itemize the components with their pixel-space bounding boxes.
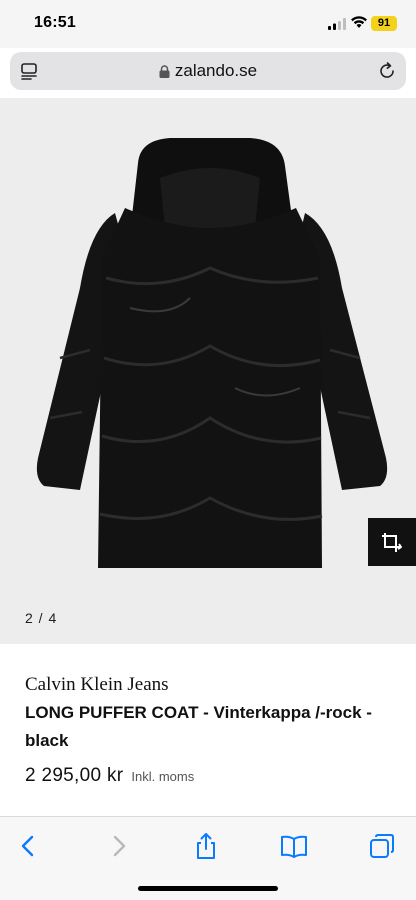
- image-pager: 2 / 4: [25, 610, 58, 626]
- home-indicator[interactable]: [138, 886, 278, 891]
- signal-icon: [328, 18, 346, 30]
- vat-note: Inkl. moms: [131, 769, 195, 784]
- url-text: zalando.se: [174, 61, 258, 80]
- tabs-button[interactable]: [367, 831, 397, 861]
- product-image-gallery[interactable]: 2 / 4: [0, 98, 416, 644]
- reload-icon[interactable]: [377, 61, 397, 81]
- view-toggle-button[interactable]: [368, 518, 416, 566]
- bookmarks-button[interactable]: [279, 831, 309, 861]
- status-bar: 16:51 91: [0, 0, 416, 48]
- wifi-icon: [351, 16, 367, 28]
- crop-rotate-icon: [382, 533, 402, 552]
- back-icon: [21, 835, 34, 857]
- battery-indicator: 91: [371, 16, 397, 31]
- lock-icon: [159, 64, 170, 78]
- address-bar[interactable]: zalando.se: [10, 52, 406, 90]
- tabs-icon: [370, 834, 394, 858]
- forward-button[interactable]: [104, 831, 134, 861]
- url-field[interactable]: zalando.se: [10, 52, 406, 90]
- share-button[interactable]: [191, 831, 221, 861]
- product-title: LONG PUFFER COAT - Vinterkappa /-rock - …: [25, 703, 372, 750]
- share-icon: [197, 833, 215, 859]
- price-row: 2 295,00 kr Inkl. moms: [25, 765, 194, 787]
- puffer-coat-image: [36, 138, 388, 568]
- product-price: 2 295,00 kr: [25, 765, 124, 786]
- bookmarks-icon: [281, 835, 307, 858]
- back-button[interactable]: [13, 831, 43, 861]
- brand-name[interactable]: Calvin Klein Jeans: [25, 674, 169, 696]
- status-time: 16:51: [34, 14, 76, 31]
- forward-icon: [113, 835, 126, 857]
- product-info: Calvin Klein Jeans LONG PUFFER COAT - Vi…: [0, 644, 416, 816]
